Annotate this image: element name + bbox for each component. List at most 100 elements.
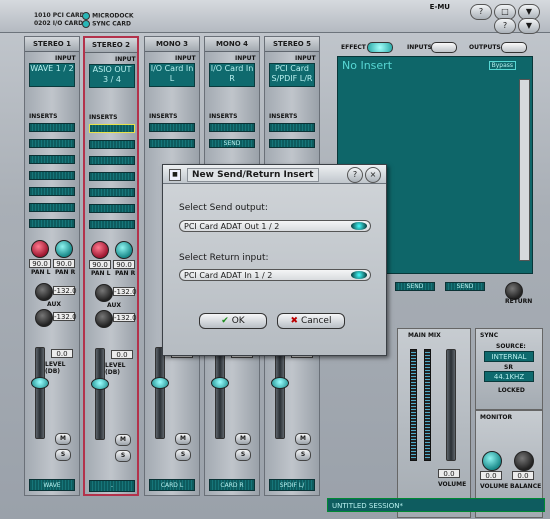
level-fader[interactable] bbox=[155, 347, 165, 439]
insert-slot[interactable] bbox=[29, 203, 75, 212]
insert-slot[interactable] bbox=[29, 123, 75, 132]
insert-slot[interactable] bbox=[29, 187, 75, 196]
fader-cap[interactable] bbox=[211, 377, 229, 389]
level-fader[interactable] bbox=[35, 347, 45, 439]
menu2-button[interactable]: ▼ bbox=[518, 18, 540, 34]
pan-l-value[interactable]: 90.0 bbox=[89, 260, 111, 269]
mute-button[interactable]: M bbox=[295, 433, 311, 445]
level-value[interactable]: 0.0 bbox=[111, 350, 133, 359]
ok-button[interactable]: ✔ OK bbox=[199, 313, 267, 329]
solo-button[interactable]: S bbox=[55, 449, 71, 461]
solo-button[interactable]: S bbox=[115, 450, 131, 462]
insert-slot[interactable] bbox=[209, 123, 255, 132]
mute-button[interactable]: M bbox=[175, 433, 191, 445]
insert-slot[interactable] bbox=[89, 140, 135, 149]
monitor-balance-value[interactable]: 0.0 bbox=[512, 471, 534, 480]
sr-display[interactable]: 44.1KHZ bbox=[484, 371, 534, 382]
cancel-button[interactable]: ✖ Cancel bbox=[277, 313, 345, 329]
pan-r-value[interactable]: 90.0 bbox=[113, 260, 135, 269]
inputs-toggle[interactable] bbox=[431, 42, 457, 53]
insert-slot[interactable] bbox=[269, 139, 315, 148]
pan-r-value[interactable]: 90.0 bbox=[53, 259, 75, 268]
insert-slot[interactable] bbox=[149, 139, 195, 148]
inserts-label: INSERTS bbox=[29, 113, 58, 120]
main-volume-label: VOLUME bbox=[438, 481, 467, 488]
input-display[interactable]: I/O Card In R bbox=[209, 63, 255, 87]
insert-slot[interactable] bbox=[29, 155, 75, 164]
aux2-value[interactable]: -132.0 bbox=[113, 313, 137, 322]
fader-cap[interactable] bbox=[151, 377, 169, 389]
monitor-volume-value[interactable]: 0.0 bbox=[480, 471, 502, 480]
help-button[interactable]: ? bbox=[470, 4, 492, 20]
outputs-toggle[interactable] bbox=[501, 42, 527, 53]
insert-slot[interactable] bbox=[149, 123, 195, 132]
strip-name[interactable]: CARD L bbox=[149, 479, 195, 491]
insert-slot[interactable] bbox=[89, 172, 135, 181]
level-value[interactable]: 0.0 bbox=[51, 349, 73, 358]
fader-cap[interactable] bbox=[271, 377, 289, 389]
insert-slot[interactable] bbox=[269, 123, 315, 132]
mute-button[interactable]: M bbox=[115, 434, 131, 446]
help2-button[interactable]: ? bbox=[494, 18, 516, 34]
aux2-knob[interactable] bbox=[95, 310, 113, 328]
aux2-value[interactable]: -132.0 bbox=[53, 312, 77, 321]
display-scrollbar[interactable] bbox=[519, 79, 530, 261]
pan-r-knob[interactable] bbox=[55, 240, 73, 258]
mute-button[interactable]: M bbox=[235, 433, 251, 445]
aux1-value[interactable]: -132.0 bbox=[53, 286, 77, 295]
strip-name[interactable]: - bbox=[89, 480, 135, 492]
aux1-knob[interactable] bbox=[35, 283, 53, 301]
brand-logo: E-MU bbox=[429, 3, 450, 11]
insert-slot[interactable] bbox=[29, 171, 75, 180]
main-fader[interactable] bbox=[446, 349, 456, 461]
main-volume-value[interactable]: 0.0 bbox=[438, 469, 460, 478]
dialog-close-button[interactable]: × bbox=[365, 167, 381, 183]
insert-slot-selected[interactable] bbox=[89, 124, 135, 133]
pan-l-knob[interactable] bbox=[91, 241, 109, 259]
send-button[interactable]: SEND bbox=[395, 282, 435, 291]
send-insert[interactable]: SEND bbox=[209, 139, 255, 148]
insert-slot[interactable] bbox=[29, 219, 75, 228]
insert-slot[interactable] bbox=[29, 139, 75, 148]
fader-cap[interactable] bbox=[91, 378, 109, 390]
solo-button[interactable]: S bbox=[295, 449, 311, 461]
insert-slot[interactable] bbox=[89, 204, 135, 213]
strip-name[interactable]: CARD R bbox=[209, 479, 255, 491]
insert-slot[interactable] bbox=[89, 156, 135, 165]
aux1-knob[interactable] bbox=[95, 284, 113, 302]
return-input-select[interactable]: PCI Card ADAT In 1 / 2 bbox=[179, 269, 371, 281]
input-display[interactable]: WAVE 1 / 2 bbox=[29, 63, 75, 87]
outputs-tab-label: OUTPUTS bbox=[469, 44, 501, 51]
pan-l-value[interactable]: 90.0 bbox=[29, 259, 51, 268]
solo-button[interactable]: S bbox=[175, 449, 191, 461]
send-button[interactable]: SEND bbox=[445, 282, 485, 291]
input-display[interactable]: ASIO OUT 3 / 4 bbox=[89, 64, 135, 88]
source-display[interactable]: INTERNAL bbox=[484, 351, 534, 362]
dialog-help-button[interactable]: ? bbox=[347, 167, 363, 183]
mute-button[interactable]: M bbox=[55, 433, 71, 445]
sr-label: SR bbox=[504, 364, 513, 371]
pan-l-knob[interactable] bbox=[31, 240, 49, 258]
monitor-volume-knob[interactable] bbox=[482, 451, 502, 471]
aux2-knob[interactable] bbox=[35, 309, 53, 327]
input-display[interactable]: PCI Card S/PDIF L/R bbox=[269, 63, 315, 87]
strip-name[interactable]: WAVE bbox=[29, 479, 75, 491]
dialog-menu-icon[interactable]: ■ bbox=[169, 169, 181, 181]
level-fader[interactable] bbox=[275, 347, 285, 439]
solo-button[interactable]: S bbox=[235, 449, 251, 461]
level-fader[interactable] bbox=[95, 348, 105, 440]
insert-slot[interactable] bbox=[89, 188, 135, 197]
aux1-value[interactable]: -132.0 bbox=[113, 287, 137, 296]
fader-cap[interactable] bbox=[31, 377, 49, 389]
pan-r-knob[interactable] bbox=[115, 241, 133, 259]
effect-toggle[interactable] bbox=[367, 42, 393, 53]
strip-name[interactable]: SPDIF L/ bbox=[269, 479, 315, 491]
level-fader[interactable] bbox=[215, 347, 225, 439]
bypass-button[interactable]: Bypass bbox=[488, 61, 516, 70]
hw-sync: SYNC CARD bbox=[80, 20, 131, 28]
monitor-balance-knob[interactable] bbox=[514, 451, 534, 471]
insert-slot[interactable] bbox=[89, 220, 135, 229]
input-display[interactable]: I/O Card In L bbox=[149, 63, 195, 87]
send-output-select[interactable]: PCI Card ADAT Out 1 / 2 bbox=[179, 220, 371, 232]
inserts-label: INSERTS bbox=[149, 113, 178, 120]
